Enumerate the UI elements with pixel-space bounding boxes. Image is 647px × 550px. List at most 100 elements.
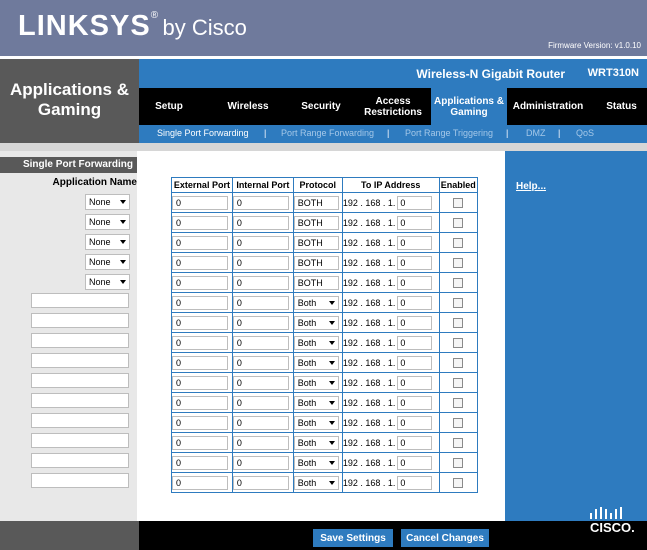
- protocol-select[interactable]: Both: [293, 375, 339, 390]
- ip-octet-input[interactable]: 0: [397, 215, 433, 230]
- help-link[interactable]: Help...: [516, 181, 546, 192]
- tab-setup[interactable]: Setup: [139, 88, 199, 125]
- external-port-input[interactable]: 0: [172, 315, 228, 330]
- internal-port-input[interactable]: 0: [232, 195, 289, 210]
- internal-port-input[interactable]: 0: [232, 355, 289, 370]
- external-port-input[interactable]: 0: [172, 195, 228, 210]
- ip-octet-input[interactable]: 0: [397, 475, 433, 490]
- ip-octet-input[interactable]: 0: [397, 195, 433, 210]
- ip-octet-input[interactable]: 0: [397, 395, 433, 410]
- internal-port-input[interactable]: 0: [232, 395, 289, 410]
- external-port-input[interactable]: 0: [172, 355, 228, 370]
- ip-octet-input[interactable]: 0: [397, 255, 433, 270]
- internal-port-input[interactable]: 0: [232, 315, 289, 330]
- enabled-checkbox[interactable]: [453, 357, 464, 368]
- enabled-checkbox[interactable]: [453, 317, 464, 328]
- application-name-input[interactable]: [31, 393, 129, 408]
- internal-port-input[interactable]: 0: [232, 435, 289, 450]
- application-name-input[interactable]: [31, 333, 129, 348]
- ip-octet-input[interactable]: 0: [397, 415, 433, 430]
- enabled-checkbox[interactable]: [453, 377, 464, 388]
- application-select[interactable]: None: [85, 274, 130, 290]
- internal-port-input[interactable]: 0: [232, 235, 289, 250]
- protocol-select[interactable]: Both: [293, 295, 339, 310]
- ip-octet-input[interactable]: 0: [397, 455, 433, 470]
- protocol-select[interactable]: Both: [293, 355, 339, 370]
- enabled-checkbox[interactable]: [453, 217, 464, 228]
- internal-port-input[interactable]: 0: [232, 475, 289, 490]
- application-name-input[interactable]: [31, 313, 129, 328]
- ip-octet-input[interactable]: 0: [397, 355, 433, 370]
- application-name-input[interactable]: [31, 353, 129, 368]
- external-port-input[interactable]: 0: [172, 295, 228, 310]
- subtab-dmz[interactable]: DMZ: [526, 128, 546, 138]
- application-select[interactable]: None: [85, 194, 130, 210]
- protocol-select[interactable]: Both: [293, 335, 339, 350]
- enabled-checkbox[interactable]: [453, 297, 464, 308]
- tab-wireless[interactable]: Wireless: [216, 88, 280, 125]
- protocol-select[interactable]: Both: [293, 315, 339, 330]
- enabled-checkbox[interactable]: [453, 237, 464, 248]
- subtab-port-range-forwarding[interactable]: Port Range Forwarding: [281, 128, 374, 138]
- save-settings-button[interactable]: Save Settings: [313, 529, 393, 547]
- enabled-checkbox[interactable]: [453, 277, 464, 288]
- enabled-checkbox[interactable]: [453, 417, 464, 428]
- external-port-input[interactable]: 0: [172, 375, 228, 390]
- application-name-input[interactable]: [31, 413, 129, 428]
- tab-access-restrictions[interactable]: Access Restrictions: [356, 88, 430, 125]
- protocol-select[interactable]: Both: [293, 435, 339, 450]
- enabled-checkbox[interactable]: [453, 437, 464, 448]
- internal-port-input[interactable]: 0: [232, 275, 289, 290]
- tab-applications-gaming[interactable]: Applications & Gaming: [431, 88, 507, 125]
- external-port-input[interactable]: 0: [172, 275, 228, 290]
- application-name-input[interactable]: [31, 373, 129, 388]
- internal-port-input[interactable]: 0: [232, 335, 289, 350]
- internal-port-input[interactable]: 0: [232, 215, 289, 230]
- application-select[interactable]: None: [85, 254, 130, 270]
- application-select[interactable]: None: [85, 214, 130, 230]
- ip-octet-input[interactable]: 0: [397, 275, 433, 290]
- subtab-port-range-triggering[interactable]: Port Range Triggering: [405, 128, 493, 138]
- ip-octet-input[interactable]: 0: [397, 315, 433, 330]
- ip-octet-input[interactable]: 0: [397, 335, 433, 350]
- external-port-input[interactable]: 0: [172, 475, 228, 490]
- internal-port-input[interactable]: 0: [232, 295, 289, 310]
- enabled-checkbox[interactable]: [453, 397, 464, 408]
- subtab-single-port-forwarding[interactable]: Single Port Forwarding: [157, 128, 249, 138]
- enabled-checkbox[interactable]: [453, 477, 464, 488]
- external-port-input[interactable]: 0: [172, 435, 228, 450]
- external-port-input[interactable]: 0: [172, 215, 228, 230]
- ip-octet-input[interactable]: 0: [397, 295, 433, 310]
- internal-port-input[interactable]: 0: [232, 255, 289, 270]
- internal-port-input[interactable]: 0: [232, 375, 289, 390]
- tab-security[interactable]: Security: [289, 88, 353, 125]
- cancel-changes-button[interactable]: Cancel Changes: [401, 529, 489, 547]
- tab-administration[interactable]: Administration: [507, 88, 589, 125]
- ip-octet-input[interactable]: 0: [397, 435, 433, 450]
- application-name-input[interactable]: [31, 453, 129, 468]
- external-port-input[interactable]: 0: [172, 395, 228, 410]
- application-name-input[interactable]: [31, 473, 129, 488]
- subtab-qos[interactable]: QoS: [576, 128, 594, 138]
- ip-octet-input[interactable]: 0: [397, 375, 433, 390]
- enabled-checkbox[interactable]: [453, 337, 464, 348]
- external-port-input[interactable]: 0: [172, 235, 228, 250]
- protocol-select[interactable]: Both: [293, 415, 339, 430]
- application-name-input[interactable]: [31, 293, 129, 308]
- external-port-input[interactable]: 0: [172, 255, 228, 270]
- external-port-input[interactable]: 0: [172, 455, 228, 470]
- internal-port-input[interactable]: 0: [232, 455, 289, 470]
- enabled-checkbox[interactable]: [453, 257, 464, 268]
- external-port-input[interactable]: 0: [172, 415, 228, 430]
- protocol-select[interactable]: Both: [293, 475, 339, 490]
- protocol-select[interactable]: Both: [293, 395, 339, 410]
- protocol-select[interactable]: Both: [293, 455, 339, 470]
- enabled-checkbox[interactable]: [453, 197, 464, 208]
- ip-octet-input[interactable]: 0: [397, 235, 433, 250]
- application-name-input[interactable]: [31, 433, 129, 448]
- tab-status[interactable]: Status: [596, 88, 647, 125]
- enabled-checkbox[interactable]: [453, 457, 464, 468]
- external-port-input[interactable]: 0: [172, 335, 228, 350]
- application-select[interactable]: None: [85, 234, 130, 250]
- internal-port-input[interactable]: 0: [232, 415, 289, 430]
